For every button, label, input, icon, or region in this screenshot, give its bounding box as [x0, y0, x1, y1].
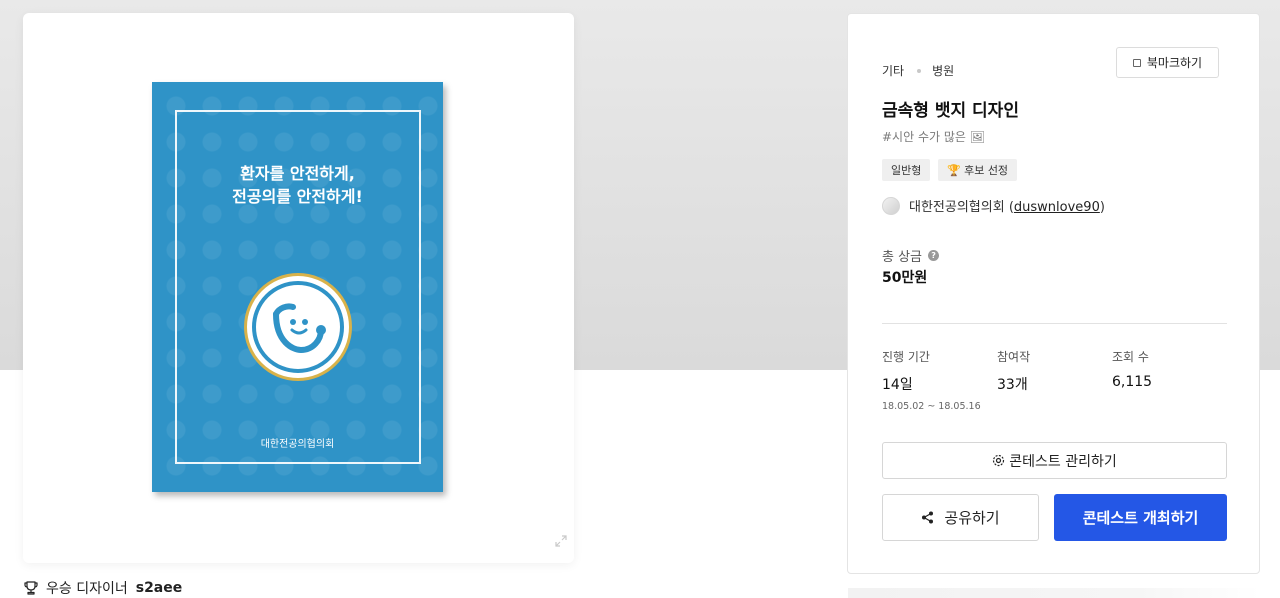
- prize-value: 50만원: [882, 270, 928, 286]
- contest-tags: 일반형 🏆 후보 선정: [882, 159, 1018, 181]
- breadcrumb-subcategory[interactable]: 병원: [932, 62, 954, 79]
- stat-participants-value: 33개: [997, 377, 1028, 393]
- tag-candidate-label: 후보 선정: [964, 164, 1009, 177]
- trophy-icon: 🏆: [947, 163, 962, 177]
- next-panel-edge: [848, 588, 1260, 598]
- winner-designer-row: 우승 디자이너 s2aee: [24, 578, 182, 598]
- design-poster-image: 환자를 안전하게, 전공의를 안전하게! 대한전공의협의회: [152, 82, 443, 492]
- host-row: 대한전공의협의회 (duswnlove90): [882, 196, 1105, 215]
- manage-contest-label: 콘테스트 관리하기: [1009, 453, 1117, 470]
- stat-period-value: 14일: [882, 377, 913, 393]
- prize-label: 총 상금: [882, 250, 923, 265]
- divider: [882, 323, 1227, 324]
- tag-general: 일반형: [882, 159, 931, 181]
- contest-hashtag[interactable]: #시안 수가 많은 🖼: [882, 128, 985, 145]
- bookmark-label: 북마크하기: [1146, 56, 1203, 70]
- poster-headline: 환자를 안전하게, 전공의를 안전하게!: [152, 162, 443, 208]
- tag-candidate-selected: 🏆 후보 선정: [938, 159, 1018, 181]
- expand-icon[interactable]: [555, 535, 567, 547]
- help-icon[interactable]: ?: [928, 250, 940, 261]
- prize-label-row: 총 상금 ?: [882, 246, 940, 265]
- host-contest-button[interactable]: 콘테스트 개최하기: [1054, 494, 1227, 541]
- winner-name[interactable]: s2aee: [136, 580, 183, 596]
- stat-views-label: 조회 수: [1112, 350, 1149, 364]
- trophy-icon: [24, 581, 38, 595]
- bookmark-button[interactable]: 북마크하기: [1116, 47, 1219, 78]
- host-handle-link[interactable]: duswnlove90: [1014, 200, 1100, 215]
- winner-label: 우승 디자이너: [46, 581, 128, 597]
- stat-period-dates: 18.05.02 ~ 18.05.16: [882, 401, 981, 412]
- bookmark-checkbox-icon: [1132, 58, 1141, 67]
- stat-views: 조회 수 6,115: [1112, 348, 1152, 390]
- poster-org-name: 대한전공의협의회: [260, 439, 335, 450]
- breadcrumb: 기타 병원: [882, 62, 954, 79]
- design-preview-card[interactable]: 환자를 안전하게, 전공의를 안전하게! 대한전공의협의회: [23, 13, 574, 563]
- stat-participants-label: 참여작: [997, 350, 1031, 364]
- stat-participants: 참여작 33개: [997, 348, 1030, 394]
- poster-headline-line-2: 전공의를 안전하게!: [232, 187, 363, 206]
- host-name: 대한전공의협의회: [909, 200, 1005, 215]
- tag-general-label: 일반형: [891, 164, 922, 177]
- stethoscope-pin-icon: [244, 273, 352, 381]
- host-contest-label: 콘테스트 개최하기: [1082, 509, 1199, 527]
- share-label: 공유하기: [944, 509, 1000, 527]
- stat-period: 진행 기간 14일 18.05.02 ~ 18.05.16: [882, 348, 981, 412]
- poster-headline-line-1: 환자를 안전하게,: [240, 164, 355, 183]
- contest-title: 금속형 뱃지 디자인: [882, 101, 1019, 121]
- breadcrumb-separator: [917, 68, 922, 73]
- manage-contest-button[interactable]: 콘테스트 관리하기: [882, 442, 1227, 479]
- host-handle-close-paren: ): [1099, 200, 1105, 215]
- contest-info-panel: 기타 병원 북마크하기 금속형 뱃지 디자인 #시안 수가 많은 🖼 일반형 🏆…: [847, 13, 1260, 574]
- stat-period-label: 진행 기간: [882, 350, 930, 364]
- avatar[interactable]: [882, 196, 900, 215]
- breadcrumb-category[interactable]: 기타: [882, 62, 904, 79]
- share-icon: [922, 511, 934, 524]
- stat-views-value: 6,115: [1112, 374, 1153, 390]
- gear-icon: [993, 454, 1005, 467]
- share-button[interactable]: 공유하기: [882, 494, 1039, 541]
